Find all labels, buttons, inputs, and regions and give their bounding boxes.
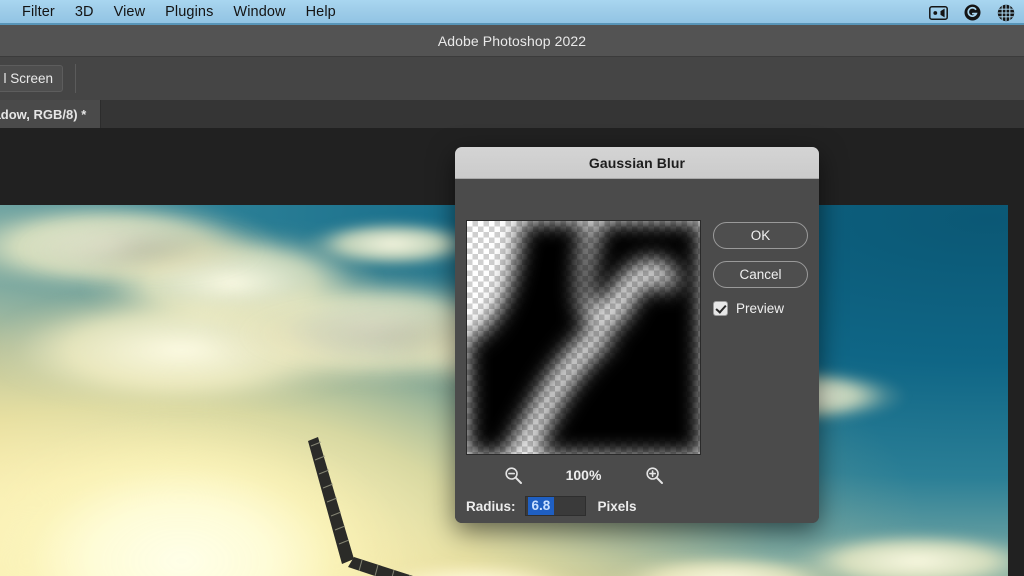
application-title: Adobe Photoshop 2022 xyxy=(437,32,587,49)
grid-globe-icon[interactable] xyxy=(996,3,1016,23)
radius-input-value: 6.8 xyxy=(527,496,555,516)
gaussian-blur-dialog: Gaussian Blur OK Cancel Preview 100% Rad… xyxy=(455,147,819,523)
cloud-shape xyxy=(604,553,847,576)
menu-item-window[interactable]: Window xyxy=(223,2,295,23)
radius-control: Radius: 6.8 Pixels xyxy=(466,495,637,517)
fullscreen-button[interactable]: l Screen xyxy=(0,65,63,92)
blurred-shadow-shape xyxy=(467,221,700,454)
options-bar: l Screen xyxy=(0,56,1024,101)
preview-checkbox-label: Preview xyxy=(736,301,785,316)
photoshop-screenshot: Filter 3D View Plugins Window Help Adobe… xyxy=(0,0,1024,576)
preview-checkbox[interactable] xyxy=(713,301,728,316)
zoom-out-icon[interactable] xyxy=(504,466,523,485)
preview-option[interactable]: Preview xyxy=(713,301,784,316)
menu-item-plugins[interactable]: Plugins xyxy=(155,2,223,23)
menu-item-filter[interactable]: Filter xyxy=(12,2,65,23)
filter-preview-thumbnail[interactable] xyxy=(466,220,701,455)
radius-units-label: Pixels xyxy=(597,498,637,514)
preview-zoom-level: 100% xyxy=(565,467,602,483)
preview-zoom-controls: 100% xyxy=(466,462,701,488)
application-titlebar: Adobe Photoshop 2022 xyxy=(0,25,1024,56)
document-tab[interactable]: er 1 copy's Drop Shadow, RGB/8) * xyxy=(0,100,102,128)
menu-item-view[interactable]: View xyxy=(104,2,156,23)
logitech-options-icon[interactable] xyxy=(962,3,982,23)
dialog-title: Gaussian Blur xyxy=(588,154,686,171)
radius-label: Radius: xyxy=(466,498,516,514)
cancel-button[interactable]: Cancel xyxy=(713,261,808,288)
sun-glow xyxy=(0,416,414,576)
radius-input[interactable]: 6.8 xyxy=(524,496,586,516)
document-tab-strip: er 1 copy's Drop Shadow, RGB/8) * xyxy=(0,100,1024,128)
menu-bar-items: Filter 3D View Plugins Window Help xyxy=(0,2,346,23)
menu-item-3d[interactable]: 3D xyxy=(65,2,104,23)
cloud-shadow xyxy=(20,219,263,280)
macos-menu-bar: Filter 3D View Plugins Window Help xyxy=(0,0,1024,25)
options-bar-divider xyxy=(75,64,76,93)
zoom-in-icon[interactable] xyxy=(645,466,664,485)
menu-item-help[interactable]: Help xyxy=(296,2,346,23)
dialog-titlebar[interactable]: Gaussian Blur xyxy=(455,147,819,179)
ok-button[interactable]: OK xyxy=(713,222,808,249)
menu-bar-tray xyxy=(928,0,1016,25)
dialog-body: OK Cancel Preview 100% Radius: 6.8 Pixel… xyxy=(455,179,819,523)
screen-record-icon[interactable] xyxy=(928,3,948,23)
